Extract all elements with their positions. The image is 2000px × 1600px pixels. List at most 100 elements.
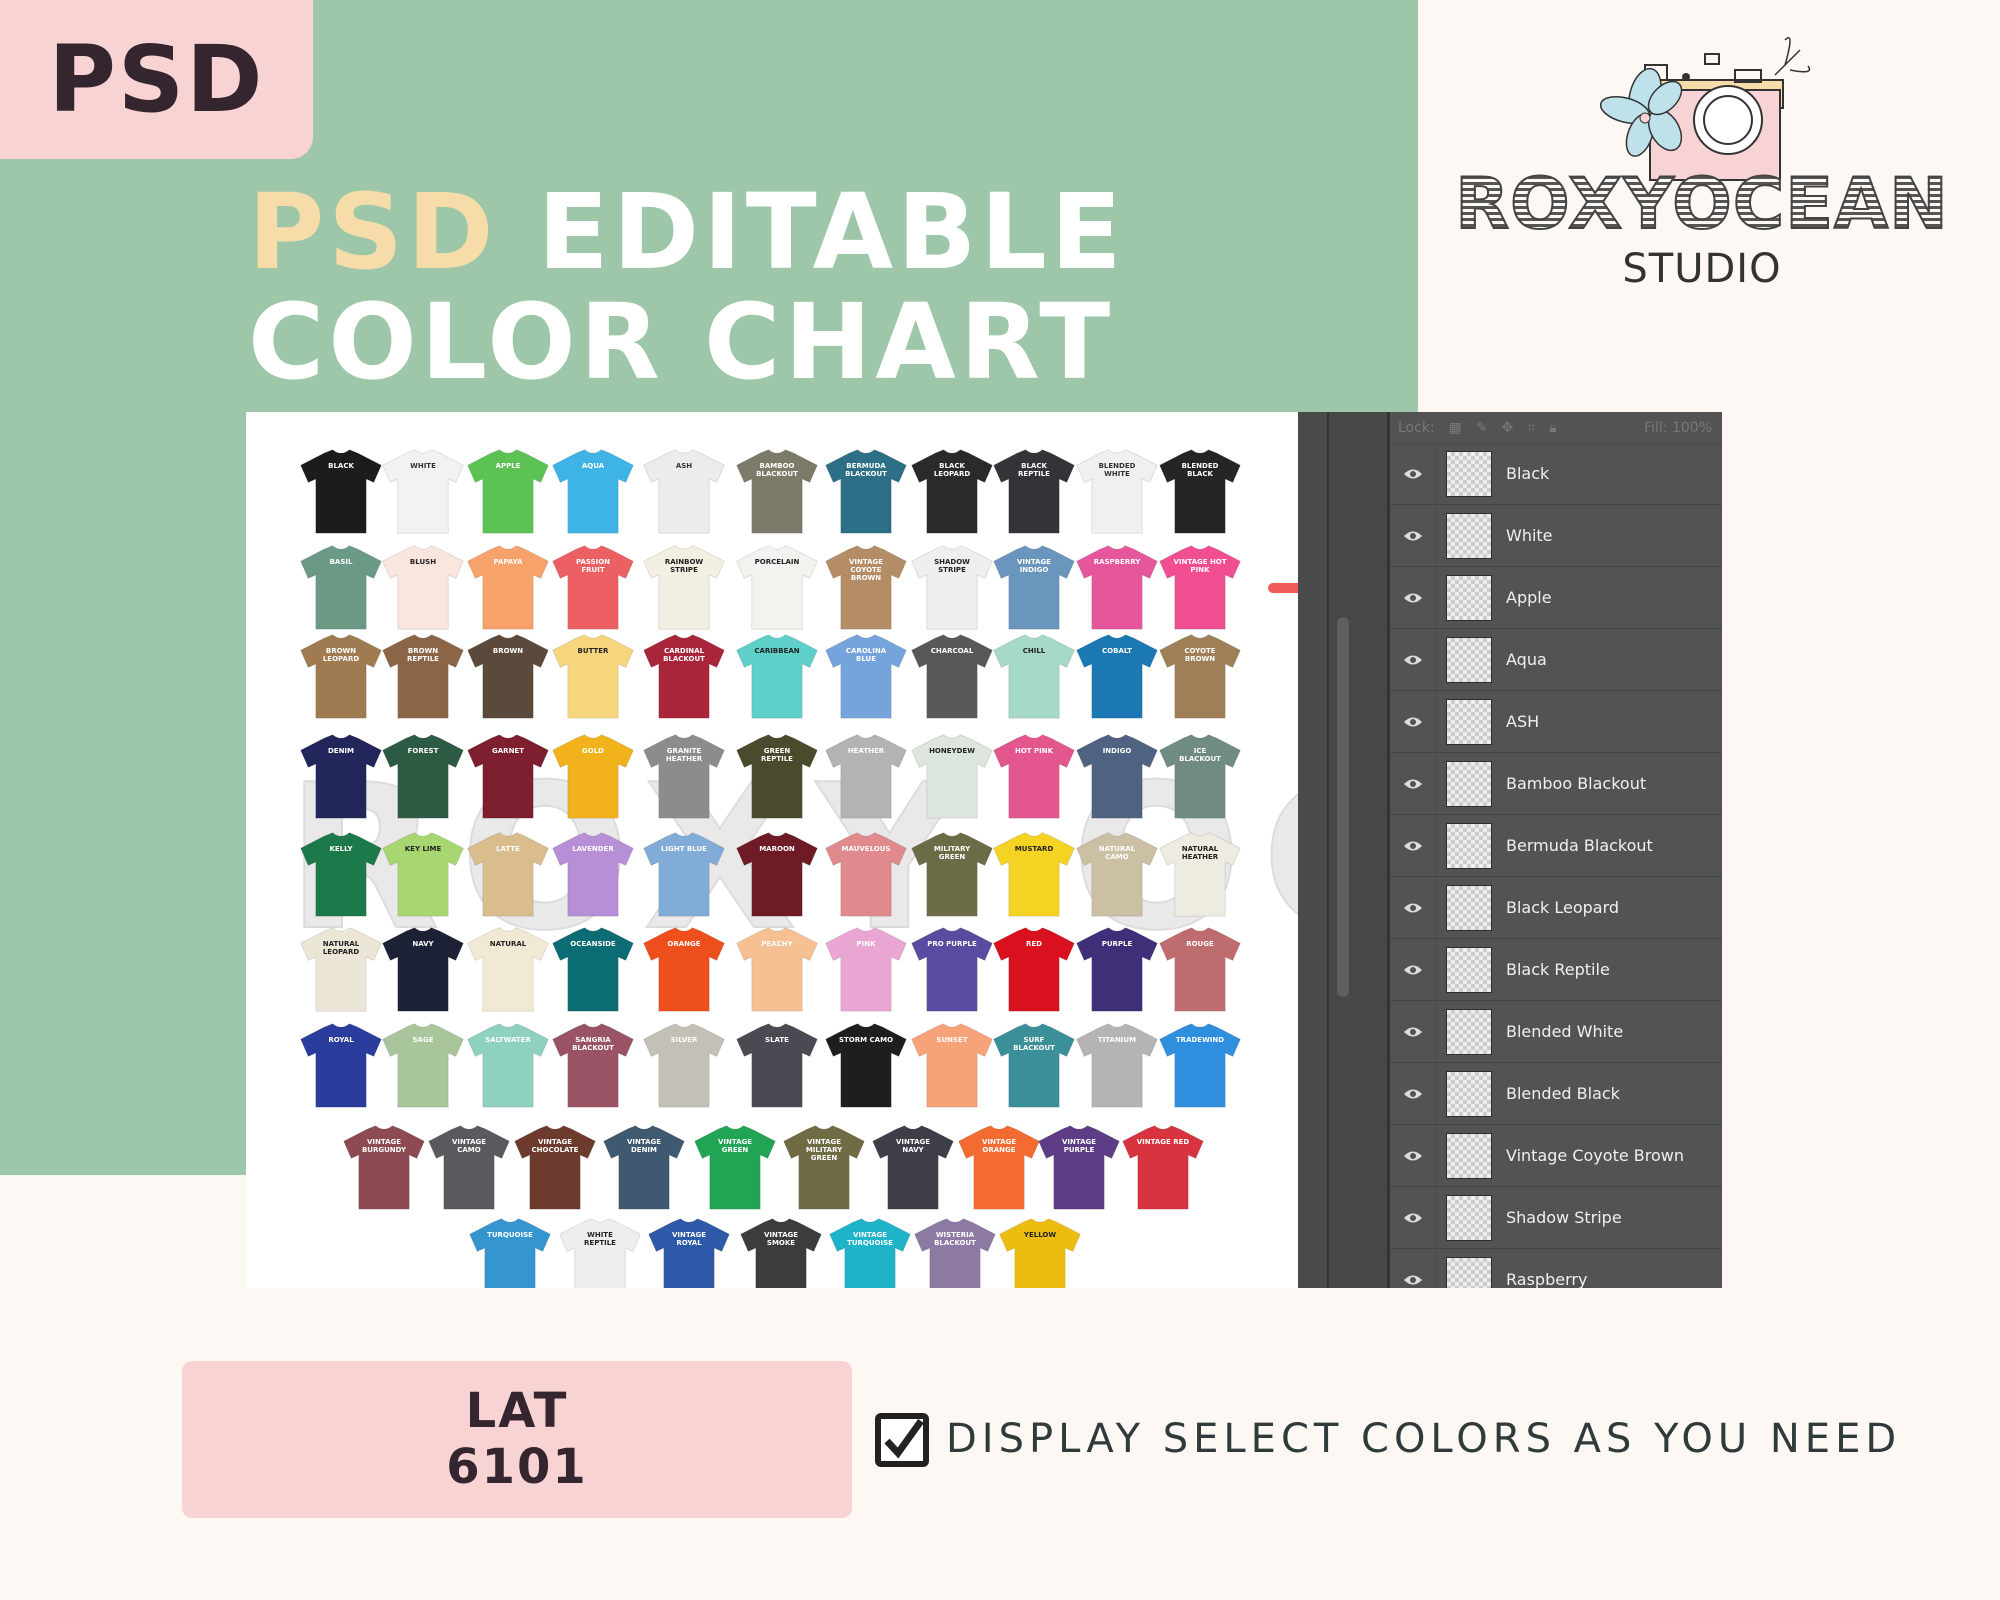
layer-row[interactable]: Bamboo Blackout [1390, 753, 1722, 815]
tshirt-label: Surf Blackout [1013, 1036, 1055, 1053]
tshirt-swatch: Heather [824, 733, 908, 819]
tshirt-icon [1122, 1125, 1204, 1210]
tshirt-swatch: Oceanside [551, 926, 635, 1012]
tshirt-label: Pink [856, 940, 876, 948]
lock-move-icon[interactable]: ✥ [1502, 420, 1514, 436]
tshirt-icon [911, 545, 993, 630]
tshirt-swatch: White Reptile [558, 1217, 642, 1288]
tshirt-icon [736, 927, 818, 1012]
visibility-eye-icon[interactable] [1390, 629, 1437, 690]
tshirt-label: Natural Heather [1181, 845, 1219, 862]
tshirt-label: Peachy [761, 940, 793, 948]
visibility-eye-icon[interactable] [1390, 505, 1437, 566]
tshirt-swatch: Pink [824, 926, 908, 1012]
tshirt-icon [300, 832, 382, 917]
tshirt-label: Basil [329, 558, 353, 566]
visibility-eye-icon[interactable] [1390, 815, 1437, 876]
layer-row[interactable]: Blended Black [1390, 1063, 1722, 1125]
tshirt-swatch: Ice Blackout [1158, 733, 1242, 819]
layer-row[interactable]: Apple [1390, 567, 1722, 629]
tshirt-swatch: Blended Black [1158, 448, 1242, 534]
layers-list: Lock: ▦ ✎ ✥ ⌗ 🔒︎ Fill: 100% Black White Ap… [1390, 412, 1722, 1288]
layer-row[interactable]: Vintage Coyote Brown [1390, 1125, 1722, 1187]
tshirt-swatch: Brown Reptile [381, 633, 465, 719]
tshirt-label: Slate [765, 1036, 789, 1044]
layer-thumbnail [1446, 884, 1492, 931]
layer-row[interactable]: Black Leopard [1390, 877, 1722, 939]
tshirt-icon [872, 1125, 954, 1210]
tshirt-swatch: Honeydew [910, 733, 994, 819]
lock-all-icon[interactable]: 🔒︎ [1549, 420, 1556, 436]
tshirt-swatch: Vintage Hot Pink [1158, 544, 1242, 630]
tshirt-label: Light Blue [661, 845, 707, 853]
tshirt-label: Vintage Red [1136, 1138, 1190, 1146]
tshirt-label: Purple [1101, 940, 1133, 948]
tshirt-icon [825, 734, 907, 819]
tshirt-swatch: Key Lime [381, 831, 465, 917]
photoshop-layers-panel: Lock: ▦ ✎ ✥ ⌗ 🔒︎ Fill: 100% Black White Ap… [1298, 412, 1722, 1288]
tshirt-swatch: Green Reptile [735, 733, 819, 819]
tshirt-swatch: Latte [466, 831, 550, 917]
tshirt-swatch: Shadow Stripe [910, 544, 994, 630]
tshirt-label: Rainbow Stripe [664, 558, 704, 575]
feature-text: DISPLAY SELECT COLORS AS YOU NEED [946, 1416, 1902, 1462]
visibility-eye-icon[interactable] [1390, 939, 1437, 1000]
tshirt-icon [825, 927, 907, 1012]
tshirt-icon [736, 449, 818, 534]
visibility-eye-icon[interactable] [1390, 1249, 1437, 1288]
layer-row[interactable]: Shadow Stripe [1390, 1187, 1722, 1249]
visibility-eye-icon[interactable] [1390, 567, 1437, 628]
tshirt-label: Vintage Camo [451, 1138, 487, 1155]
tshirt-label: Vintage Navy [895, 1138, 931, 1155]
lock-transparent-icon[interactable]: ▦ [1449, 420, 1462, 436]
tshirt-label: Tradewind [1175, 1036, 1225, 1044]
lock-artboard-icon[interactable]: ⌗ [1527, 420, 1535, 436]
tshirt-icon [1076, 927, 1158, 1012]
tshirt-label: Pro Purple [927, 940, 977, 948]
layer-row[interactable]: Aqua [1390, 629, 1722, 691]
layer-name: Shadow Stripe [1506, 1208, 1622, 1227]
tshirt-icon [1076, 449, 1158, 534]
tshirt-label: Blended Black [1181, 462, 1219, 479]
tshirt-icon [993, 734, 1075, 819]
visibility-eye-icon[interactable] [1390, 753, 1437, 814]
layer-row[interactable]: ASH [1390, 691, 1722, 753]
tshirt-label: Denim [327, 747, 355, 755]
tshirt-swatch: Butter [551, 633, 635, 719]
layer-row[interactable]: Bermuda Blackout [1390, 815, 1722, 877]
tshirt-label: Storm Camo [838, 1036, 894, 1044]
tshirt-icon [740, 1218, 822, 1288]
layer-row[interactable]: Blended White [1390, 1001, 1722, 1063]
tshirt-label: Mauvelous [841, 845, 891, 853]
tshirt-swatch: Vintage Orange [957, 1124, 1041, 1210]
fill-value[interactable]: 100% [1672, 420, 1712, 436]
visibility-eye-icon[interactable] [1390, 691, 1437, 752]
tshirt-icon [825, 1023, 907, 1108]
tshirt-label: Porcelain [754, 558, 800, 566]
visibility-eye-icon[interactable] [1390, 1001, 1437, 1062]
layer-row[interactable]: Black [1390, 443, 1722, 505]
tshirt-icon [467, 927, 549, 1012]
tshirt-icon [914, 1218, 996, 1288]
lock-brush-icon[interactable]: ✎ [1476, 420, 1488, 436]
layer-row[interactable]: Black Reptile [1390, 939, 1722, 1001]
tshirt-swatch: Rainbow Stripe [642, 544, 726, 630]
tshirt-swatch: Sunset [910, 1022, 994, 1108]
tshirt-swatch: Aqua [551, 448, 635, 534]
tshirt-label: Bamboo Blackout [756, 462, 798, 479]
tshirt-icon [993, 545, 1075, 630]
tshirt-icon [343, 1125, 425, 1210]
tshirt-icon [643, 449, 725, 534]
layer-name: Black Leopard [1506, 898, 1620, 917]
tshirt-label: Oceanside [570, 940, 616, 948]
visibility-eye-icon[interactable] [1390, 443, 1437, 504]
layer-row[interactable]: Raspberry [1390, 1249, 1722, 1288]
visibility-eye-icon[interactable] [1390, 877, 1437, 938]
visibility-eye-icon[interactable] [1390, 1063, 1437, 1124]
layer-row[interactable]: White [1390, 505, 1722, 567]
visibility-eye-icon[interactable] [1390, 1125, 1437, 1186]
tshirt-swatch: Vintage Indigo [992, 544, 1076, 630]
visibility-eye-icon[interactable] [1390, 1187, 1437, 1248]
scrollbar[interactable] [1337, 617, 1349, 997]
tshirt-label: Shadow Stripe [934, 558, 970, 575]
